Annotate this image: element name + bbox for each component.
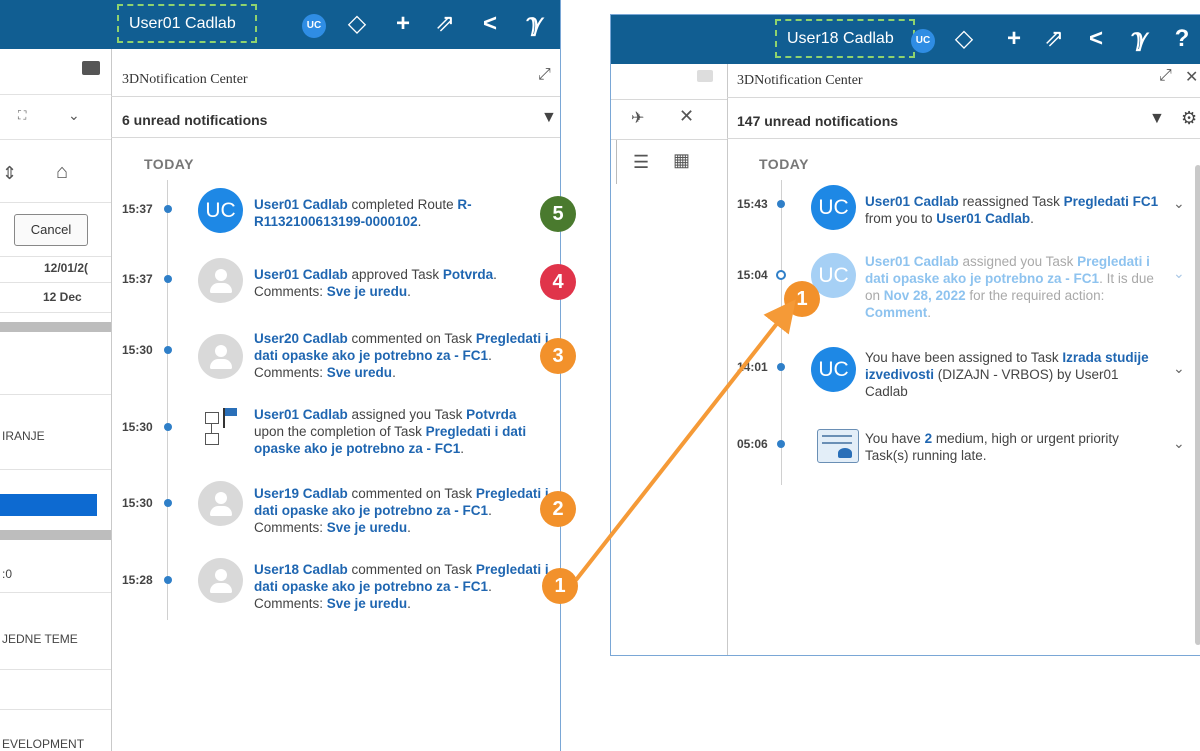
- user-avatar: [198, 481, 243, 526]
- plus-icon[interactable]: +: [999, 25, 1029, 53]
- user-avatar: UC: [811, 347, 856, 392]
- row-label: EVELOPMENT: [2, 737, 85, 751]
- notification-item[interactable]: User01 Cadlab approved Task Potvrda. Com…: [254, 266, 544, 300]
- notification-time: 15:37: [122, 202, 153, 216]
- row-label: JEDNE TEME: [2, 632, 78, 646]
- plus-icon[interactable]: +: [388, 10, 418, 38]
- user-avatar: [198, 558, 243, 603]
- route-flag-icon: [205, 408, 241, 445]
- notification-time: 15:04: [737, 268, 768, 282]
- list-filter-icon[interactable]: ☰: [633, 152, 649, 173]
- notification-item[interactable]: User01 Cadlab reassigned Task Pregledati…: [865, 193, 1161, 227]
- user-avatar: [198, 258, 243, 303]
- notification-item[interactable]: User19 Cadlab commented on Task Pregleda…: [254, 485, 550, 536]
- notification-item[interactable]: User01 Cadlab assigned you Task Pregleda…: [865, 253, 1165, 321]
- network-icon[interactable]: <: [1081, 25, 1111, 53]
- row-label: IRANJE: [2, 429, 45, 443]
- late-tasks-icon: [817, 429, 859, 463]
- share-icon[interactable]: ⇗: [1039, 25, 1069, 53]
- unread-count: 6 unread notifications: [122, 112, 268, 128]
- step-badge: 1: [784, 281, 820, 317]
- left-window: User01 Cadlab UC ◇ + ⇗ < ℽ ⛶ ⌄ ⇕ ⌂ Cance…: [0, 0, 561, 751]
- uc-avatar-icon[interactable]: UC: [911, 29, 935, 53]
- today-label: TODAY: [759, 156, 809, 172]
- nc-title: 3DNotification Center: [122, 72, 248, 87]
- notification-time: 15:37: [122, 272, 153, 286]
- notification-item[interactable]: User18 Cadlab commented on Task Pregleda…: [254, 561, 550, 612]
- notification-time: 05:06: [737, 437, 768, 451]
- step-badge: 3: [540, 338, 576, 374]
- chevron-down-icon[interactable]: ⌄: [68, 107, 80, 124]
- step-badge: 1: [542, 568, 578, 604]
- cancel-button[interactable]: Cancel: [14, 214, 88, 246]
- user-avatar: UC: [198, 188, 243, 233]
- step-badge: 4: [540, 264, 576, 300]
- notification-item[interactable]: User20 Cadlab commented on Task Pregleda…: [254, 330, 550, 381]
- unread-count: 147 unread notifications: [737, 113, 899, 129]
- expand-icon[interactable]: ⤢: [1159, 67, 1172, 85]
- chevron-down-icon[interactable]: ⌄: [1173, 195, 1185, 212]
- user-name-label[interactable]: User01 Cadlab: [117, 4, 257, 43]
- compass-icon[interactable]: ◇: [342, 10, 372, 38]
- date-cell: 12/01/2(: [44, 261, 89, 275]
- app-side-strip: ⛶ ⌄ ⇕ ⌂ Cancel 12/01/2( 12 Dec IRANJE :0…: [0, 49, 112, 751]
- close-icon[interactable]: ✕: [1185, 67, 1198, 87]
- grid-icon[interactable]: ▦: [673, 150, 690, 171]
- nc-title: 3DNotification Center: [737, 73, 863, 88]
- tools-icon[interactable]: ℽ: [518, 10, 548, 38]
- notification-item[interactable]: You have 2 medium, high or urgent priori…: [865, 430, 1165, 464]
- notification-time: 15:43: [737, 197, 768, 211]
- chevron-down-icon[interactable]: ⌄: [1173, 265, 1185, 282]
- today-label: TODAY: [144, 156, 194, 172]
- scrollbar[interactable]: [1195, 165, 1200, 645]
- pin-icon[interactable]: ✈: [631, 108, 644, 128]
- chevron-down-icon[interactable]: ⌄: [1173, 360, 1185, 377]
- row-label: :0: [2, 567, 13, 581]
- comment-icon[interactable]: [697, 70, 713, 82]
- uc-avatar-icon[interactable]: UC: [302, 14, 326, 38]
- notification-time: 15:30: [122, 496, 153, 510]
- tools-icon[interactable]: ℽ: [1123, 25, 1153, 53]
- date-cell: 12 Dec: [43, 290, 82, 304]
- notification-item[interactable]: User01 Cadlab assigned you Task Potvrda …: [254, 406, 550, 457]
- step-badge: 5: [540, 196, 576, 232]
- user-name-label[interactable]: User18 Cadlab: [775, 19, 915, 58]
- filter-icon[interactable]: ▼: [541, 109, 557, 127]
- notification-time: 15:30: [122, 420, 153, 434]
- notification-time: 15:28: [122, 573, 153, 587]
- comment-icon[interactable]: [82, 61, 100, 75]
- sort-icon[interactable]: ⇕: [2, 163, 17, 184]
- close-icon[interactable]: ✕: [679, 106, 694, 127]
- compass-icon[interactable]: ◇: [949, 25, 979, 53]
- chevron-down-icon[interactable]: ⌄: [1173, 435, 1185, 452]
- notification-time: 14:01: [737, 360, 768, 374]
- notification-item[interactable]: You have been assigned to Task Izrada st…: [865, 349, 1165, 400]
- user-avatar: UC: [811, 185, 856, 230]
- home-icon[interactable]: ⌂: [56, 161, 68, 184]
- gear-icon[interactable]: ⚙: [1181, 108, 1197, 129]
- expand-icon[interactable]: ⤢: [538, 66, 551, 84]
- right-window: User18 Cadlab UC ◇ + ⇗ < ℽ ? ✈ ✕ ☰ ▦ 3DN…: [610, 14, 1200, 656]
- network-icon[interactable]: <: [475, 10, 505, 38]
- expand-icon[interactable]: ⛶: [18, 108, 26, 123]
- top-toolbar: User18 Cadlab UC ◇ + ⇗ < ℽ ?: [611, 15, 1200, 64]
- step-badge: 2: [540, 491, 576, 527]
- top-toolbar: User01 Cadlab UC ◇ + ⇗ < ℽ: [0, 0, 560, 49]
- notification-time: 15:30: [122, 343, 153, 357]
- help-icon[interactable]: ?: [1167, 25, 1197, 53]
- filter-icon[interactable]: ▼: [1149, 110, 1165, 128]
- notification-item[interactable]: User01 Cadlab completed Route R-R1132100…: [254, 196, 544, 230]
- app-side-strip: ✈ ✕ ☰ ▦: [611, 64, 728, 655]
- share-icon[interactable]: ⇗: [430, 10, 460, 38]
- user-avatar: [198, 334, 243, 379]
